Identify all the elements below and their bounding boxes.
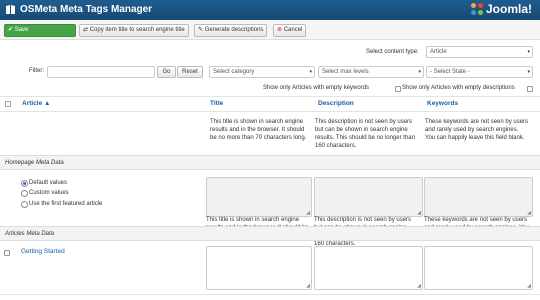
option-custom-values: Custom values [29, 190, 69, 196]
go-button[interactable]: Go [157, 66, 176, 78]
check-icon: ✔ [8, 27, 14, 33]
chevron-down-icon: ▾ [309, 69, 312, 75]
cancel-button[interactable]: ⊗ Cancel [273, 24, 307, 37]
generate-descriptions-button[interactable]: ✎ Generate descriptions [194, 24, 268, 37]
page-title: OSMeta Meta Tags Manager [20, 4, 153, 15]
select-all-checkbox[interactable] [5, 101, 11, 107]
divider [0, 294, 540, 295]
resize-grip-icon: ◢ [306, 283, 310, 289]
max-levels-value: Select max levels [322, 69, 369, 75]
category-select[interactable]: Select category ▾ [209, 66, 315, 78]
column-title[interactable]: Title [210, 100, 223, 107]
generate-label: Generate descriptions [204, 27, 264, 33]
content-type-label: Select content type: [366, 49, 419, 55]
empty-keywords-label: Show only Articles with empty keywords [263, 85, 370, 91]
book-icon [5, 4, 16, 15]
save-button[interactable]: ✔ Save [4, 24, 76, 37]
joomla-icon [470, 2, 484, 16]
homepage-keywords-textarea[interactable]: ◢ [424, 177, 533, 217]
empty-keywords-checkbox[interactable] [395, 86, 401, 92]
filter-label: Filter: [29, 68, 44, 74]
keywords-help: These keywords are not seen by users and… [425, 119, 529, 141]
resize-grip-icon: ◢ [527, 283, 531, 289]
app-header: OSMeta Meta Tags Manager Joomla! [0, 0, 540, 20]
chevron-down-icon: ▾ [527, 69, 530, 75]
toolbar: ✔ Save ⇄ Copy item title to search engin… [0, 20, 540, 40]
edit-icon: ✎ [198, 27, 204, 33]
category-value: Select category [213, 69, 255, 75]
empty-descriptions-checkbox[interactable] [527, 86, 533, 92]
article-keywords-textarea[interactable]: ◢ [424, 246, 533, 290]
description-help: This description is not seen by users bu… [315, 119, 415, 149]
state-select[interactable]: - Select State - ▾ [426, 66, 533, 78]
content-type-select[interactable]: Article ▾ [426, 46, 533, 58]
content-type-value: Article [430, 49, 447, 55]
cancel-icon: ⊗ [277, 27, 283, 33]
article-title-textarea[interactable]: ◢ [206, 246, 312, 290]
option-default-values: Default values [29, 180, 68, 186]
copy-title-button[interactable]: ⇄ Copy item title to search engine title [79, 24, 189, 37]
option-first-featured: Use the first featured article [29, 201, 103, 207]
chevron-down-icon: ▾ [418, 69, 421, 75]
radio-first-featured[interactable] [21, 201, 28, 208]
chevron-down-icon: ▾ [527, 49, 530, 55]
max-levels-select[interactable]: Select max levels ▾ [318, 66, 424, 78]
row-checkbox[interactable] [4, 250, 10, 256]
column-article[interactable]: Article ▲ [22, 100, 50, 107]
title-help: This title is shown in search engine res… [210, 119, 307, 141]
cancel-label: Cancel [283, 27, 303, 33]
homepage-title-textarea[interactable]: ◢ [206, 177, 312, 217]
divider [0, 111, 540, 112]
reset-button[interactable]: Reset [177, 66, 203, 78]
column-keywords[interactable]: Keywords [427, 100, 458, 107]
state-value: - Select State - [430, 69, 470, 75]
copy-icon: ⇄ [83, 27, 89, 33]
empty-descriptions-label: Show only Articles with empty descriptio… [402, 85, 515, 91]
homepage-section-header: Homepage Meta Data [0, 155, 540, 170]
filter-input[interactable] [47, 66, 155, 78]
column-description[interactable]: Description [318, 100, 354, 107]
homepage-description-textarea[interactable]: ◢ [314, 177, 423, 217]
radio-custom-values[interactable] [21, 190, 28, 197]
radio-default-values[interactable] [21, 180, 28, 187]
divider [0, 96, 540, 97]
resize-grip-icon: ◢ [417, 283, 421, 289]
joomla-logo: Joomla! [470, 2, 532, 16]
save-label: Save [14, 27, 29, 33]
articles-section-header: Articles Meta Data [0, 226, 540, 241]
copy-title-label: Copy item title to search engine title [89, 27, 185, 33]
article-link-getting-started[interactable]: Getting Started [21, 248, 65, 255]
article-description-textarea[interactable]: ◢ [314, 246, 423, 290]
joomla-brand-text: Joomla! [485, 2, 532, 16]
